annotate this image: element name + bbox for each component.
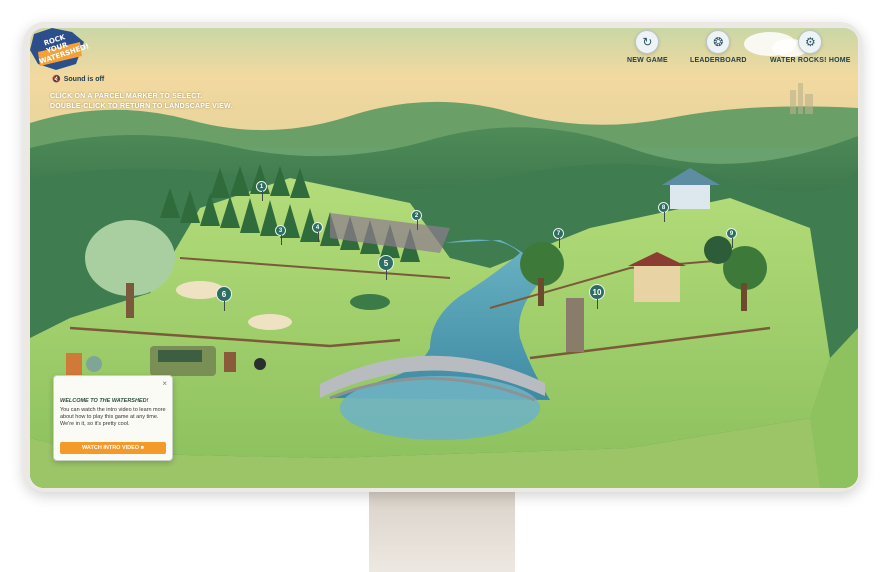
instruction-line-1: CLICK ON A PARCEL MARKER TO SELECT.	[50, 93, 203, 100]
instructions: CLICK ON A PARCEL MARKER TO SELECT. DOUB…	[50, 92, 233, 112]
watch-intro-video-button[interactable]: WATCH INTRO VIDEO ■	[60, 442, 166, 454]
parcel-marker-7[interactable]: 7	[553, 228, 564, 248]
parcel-marker-10[interactable]: 10	[589, 284, 605, 309]
refresh-icon: ↻	[635, 30, 660, 54]
parcel-marker-2[interactable]: 2	[411, 210, 422, 230]
parcel-marker-8[interactable]: 8	[658, 202, 669, 222]
parcel-marker-1[interactable]: 1	[256, 181, 267, 201]
welcome-dialog: × WELCOME TO THE WATERSHED! You can watc…	[53, 375, 173, 461]
instruction-line-2: DOUBLE-CLICK TO RETURN TO LANDSCAPE VIEW…	[50, 103, 233, 110]
welcome-body: You can watch the intro video to learn m…	[60, 407, 166, 427]
parcel-marker-3[interactable]: 3	[275, 225, 286, 245]
leaderboard-label: LEADERBOARD	[690, 57, 747, 64]
sound-label: Sound is off	[63, 75, 105, 83]
watch-intro-label: WATCH INTRO VIDEO	[82, 445, 140, 451]
welcome-title: WELCOME TO THE WATERSHED!	[60, 398, 149, 404]
new-game-button[interactable]: ↻ NEW GAME	[627, 30, 668, 64]
parcel-marker-5[interactable]: 5	[378, 255, 394, 280]
gear-icon: ⚙	[798, 30, 823, 54]
game-screen[interactable]: ROCK YOUR WATERSHED! ↻ NEW GAME ❂ LEADER…	[30, 28, 858, 488]
sound-toggle[interactable]: 🔇 Sound is off	[52, 75, 105, 84]
new-game-label: NEW GAME	[627, 57, 668, 64]
water-rocks-home-label: WATER ROCKS! HOME	[770, 57, 851, 64]
parcel-marker-4[interactable]: 4	[312, 222, 323, 242]
parcel-marker-9[interactable]: 9	[726, 228, 737, 248]
trophy-icon: ❂	[706, 30, 731, 54]
parcel-marker-6[interactable]: 6	[216, 286, 232, 311]
monitor-stand	[369, 490, 515, 572]
leaderboard-button[interactable]: ❂ LEADERBOARD	[690, 30, 747, 64]
video-camera-icon: ■	[140, 445, 144, 451]
close-icon[interactable]: ×	[162, 379, 167, 388]
water-rocks-home-button[interactable]: ⚙ WATER ROCKS! HOME	[770, 30, 851, 64]
rock-your-watershed-logo[interactable]: ROCK YOUR WATERSHED!	[30, 28, 90, 72]
speaker-muted-icon: 🔇	[52, 76, 61, 83]
